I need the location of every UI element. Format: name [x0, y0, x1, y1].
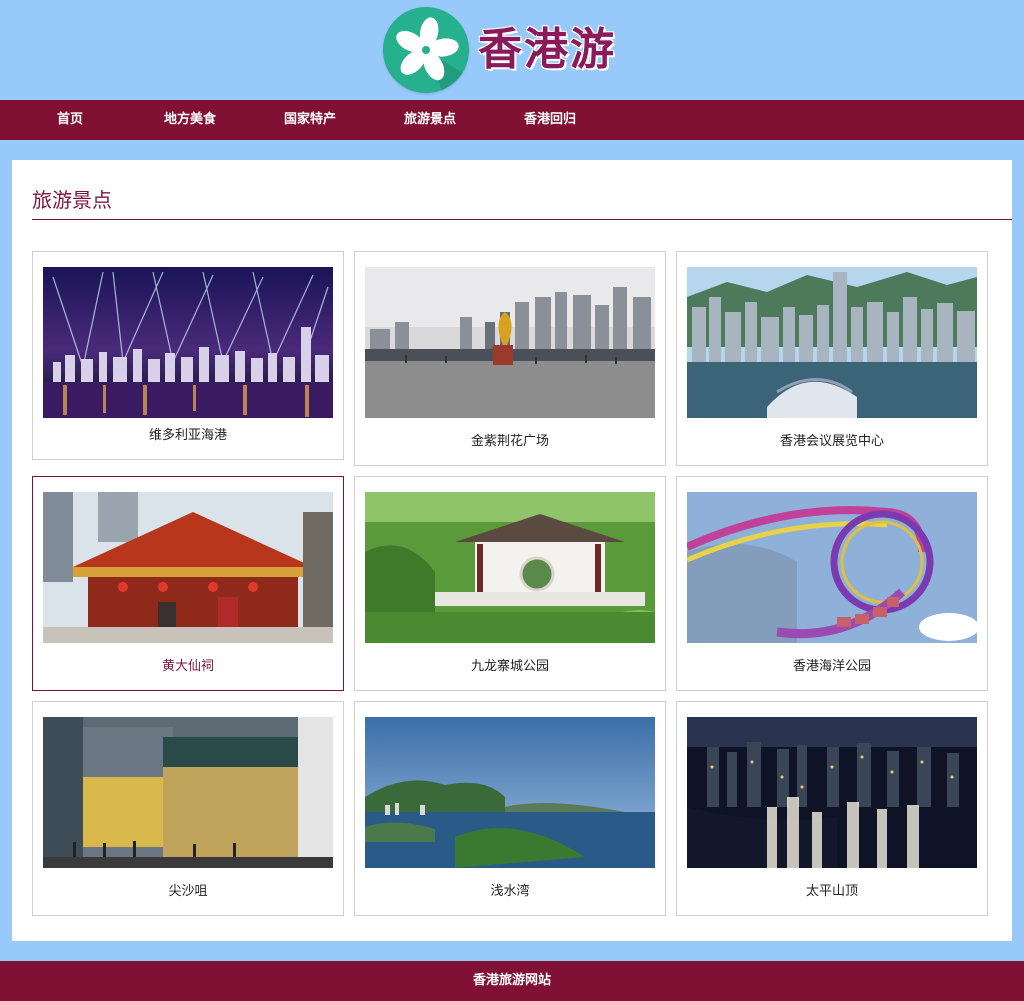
attraction-card[interactable]: 香港会议展览中心: [676, 251, 988, 466]
attraction-card[interactable]: 浅水湾: [354, 701, 666, 916]
attraction-name: 九龙寨城公园: [470, 659, 549, 674]
attraction-name: 尖沙咀: [168, 884, 208, 899]
nav-item-specialties[interactable]: 国家特产: [284, 100, 336, 140]
attraction-photo: [687, 717, 977, 868]
attraction-card[interactable]: 维多利亚海港: [32, 251, 344, 460]
site-footer: 香港旅游网站: [0, 961, 1024, 1001]
attraction-photo: [365, 492, 655, 643]
attraction-card[interactable]: 九龙寨城公园: [354, 476, 666, 691]
attraction-name: 太平山顶: [805, 884, 858, 899]
section-title: 旅游景点: [32, 188, 112, 212]
attraction-card[interactable]: 金紫荆花广场: [354, 251, 666, 466]
bauhinia-flower-icon[interactable]: [383, 7, 469, 93]
nav-item-handover[interactable]: 香港回归: [524, 100, 576, 140]
attraction-name: 维多利亚海港: [148, 428, 227, 443]
attraction-name: 香港会议展览中心: [779, 434, 884, 449]
nav-item-attractions[interactable]: 旅游景点: [404, 100, 456, 140]
attraction-photo: [687, 267, 977, 418]
attraction-name: 金紫荆花广场: [470, 434, 549, 449]
main-nav: 首页 地方美食 国家特产 旅游景点 香港回归: [0, 100, 1024, 140]
attraction-card[interactable]: 太平山顶: [676, 701, 988, 916]
main-content: 旅游景点 维多利亚海港 金紫荆花广场 香港会议展览中心 黄大仙祠 九龙寨城公园 …: [12, 160, 1012, 941]
attraction-photo: [365, 717, 655, 868]
title-divider: [32, 219, 1012, 220]
attraction-name: 香港海洋公园: [792, 659, 871, 674]
site-header: 香港游: [0, 0, 1024, 100]
attraction-card[interactable]: 尖沙咀: [32, 701, 344, 916]
attraction-name: 黄大仙祠: [161, 659, 214, 674]
attraction-card[interactable]: 黄大仙祠: [32, 476, 344, 691]
attraction-photo: [43, 267, 333, 418]
nav-item-local-food[interactable]: 地方美食: [164, 100, 216, 140]
attraction-photo: [43, 492, 333, 643]
nav-item-home[interactable]: 首页: [57, 100, 83, 140]
attraction-photo: [365, 267, 655, 418]
attraction-card[interactable]: 香港海洋公园: [676, 476, 988, 691]
attraction-photo: [43, 717, 333, 868]
attraction-name: 浅水湾: [490, 884, 530, 899]
attraction-photo: [687, 492, 977, 643]
site-logo-text[interactable]: 香港游: [478, 20, 616, 80]
